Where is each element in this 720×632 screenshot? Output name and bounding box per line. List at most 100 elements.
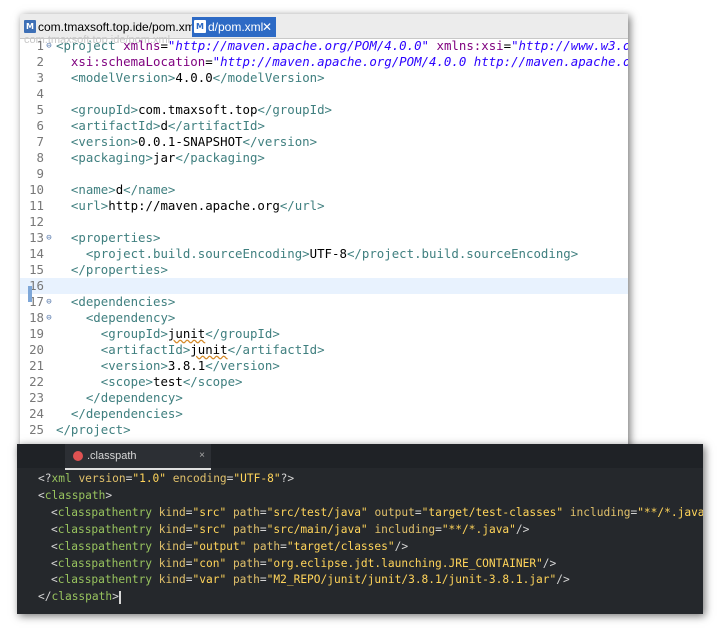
code-line[interactable]: <classpathentry kind="output" path="targ… bbox=[51, 538, 408, 555]
code-token: 3.8.1 bbox=[167, 358, 206, 373]
code-line[interactable]: 2 xsi:schemaLocation="http://maven.apach… bbox=[20, 54, 628, 70]
code-token: = bbox=[185, 573, 193, 587]
code-token: /> bbox=[542, 556, 557, 570]
line-number: 23 bbox=[29, 390, 44, 405]
code-token: <dependency> bbox=[85, 310, 176, 325]
line-number: 10 bbox=[29, 182, 44, 197]
code-line[interactable]: <classpathentry kind="var" path="M2_REPO… bbox=[51, 571, 570, 588]
code-line[interactable]: 14 <project.build.sourceEncoding>UTF-8</… bbox=[20, 246, 628, 262]
code-token: "target/classes" bbox=[286, 539, 395, 553]
code-line[interactable]: <?xml version="1.0" encoding="UTF-8"?> bbox=[38, 470, 294, 487]
code-token: </artifactId> bbox=[227, 342, 325, 357]
code-text: <url>http://maven.apache.org</url> bbox=[56, 198, 325, 214]
code-line[interactable]: 13 ⊖ <properties> bbox=[20, 230, 628, 246]
code-token: <groupId> bbox=[70, 102, 139, 117]
code-line[interactable]: 18 ⊖ <dependency> bbox=[20, 310, 628, 326]
fold-toggle-icon[interactable]: ⊖ bbox=[44, 310, 54, 326]
code-token: xmlns:xsi bbox=[436, 38, 504, 53]
code-line[interactable]: <classpathentry kind="src" path="src/mai… bbox=[51, 521, 529, 538]
code-line[interactable]: 19 <groupId>junit</groupId> bbox=[20, 326, 628, 342]
fold-toggle-icon[interactable]: ⊖ bbox=[44, 230, 54, 246]
code-line[interactable]: 24 </dependencies> bbox=[20, 406, 628, 422]
tab-d-pom-xml[interactable]: M d/pom.xml ✕ bbox=[192, 17, 276, 37]
code-token: classpathentry bbox=[57, 556, 159, 570]
tab-classpath[interactable]: .classpath × bbox=[65, 444, 211, 470]
code-line[interactable]: 22 <scope>test</scope> bbox=[20, 374, 628, 390]
code-token: > bbox=[105, 488, 113, 502]
line-number: 5 bbox=[36, 102, 44, 117]
code-token: d bbox=[160, 118, 168, 133]
code-line[interactable]: 25 </project> bbox=[20, 422, 628, 438]
code-token: <artifactId> bbox=[70, 118, 161, 133]
tab-label: com.tmaxsoft.top.ide/pom.xml bbox=[38, 20, 198, 34]
code-line[interactable]: 6 <artifactId>d</artifactId> bbox=[20, 118, 628, 134]
line-number: 25 bbox=[29, 422, 44, 437]
fold-toggle-icon[interactable]: ⊖ bbox=[44, 38, 54, 54]
pom-xml-editor-window: M com.tmaxsoft.top.ide/pom.xml M d/pom.x… bbox=[20, 14, 628, 454]
code-token: <scope> bbox=[100, 374, 153, 389]
line-number: 7 bbox=[36, 134, 44, 149]
code-text: <properties> bbox=[56, 230, 161, 246]
code-token: version bbox=[78, 472, 126, 485]
code-token: "target/test-classes" bbox=[421, 505, 564, 519]
code-token: /> bbox=[556, 573, 570, 587]
code-text: <name>d</name> bbox=[56, 182, 175, 198]
code-token: < bbox=[51, 556, 58, 570]
code-text: <version>3.8.1</version> bbox=[56, 358, 280, 374]
file-status-icon bbox=[73, 451, 83, 461]
code-token: xmlns bbox=[123, 38, 161, 53]
code-line[interactable]: 9 bbox=[20, 166, 628, 182]
code-line[interactable]: 12 bbox=[20, 214, 628, 230]
fold-toggle-icon[interactable]: ⊖ bbox=[44, 294, 54, 310]
close-icon[interactable]: ✕ bbox=[262, 17, 272, 37]
code-line[interactable]: 8 <packaging>jar</packaging> bbox=[20, 150, 628, 166]
code-line[interactable]: 23 </dependency> bbox=[20, 390, 628, 406]
maven-file-icon: M bbox=[194, 20, 206, 33]
code-text: <scope>test</scope> bbox=[56, 374, 243, 390]
code-line[interactable]: 16 bbox=[20, 278, 628, 294]
code-token: <dependencies> bbox=[70, 294, 176, 309]
code-token: < bbox=[51, 539, 58, 553]
code-line[interactable]: 1 ⊖ <project xmlns="http://maven.apache.or… bbox=[20, 38, 628, 54]
code-token: </project.build.sourceEncoding> bbox=[346, 246, 579, 261]
code-line[interactable]: 5 <groupId>com.tmaxsoft.top</groupId> bbox=[20, 102, 628, 118]
close-icon[interactable]: × bbox=[199, 444, 205, 468]
code-token: = bbox=[414, 505, 422, 519]
code-text: </dependencies> bbox=[56, 406, 183, 422]
code-line[interactable]: 20 <artifactId>junit</artifactId> bbox=[20, 342, 628, 358]
line-number: 16 bbox=[29, 278, 44, 293]
code-token: </version> bbox=[242, 134, 318, 149]
line-number: 9 bbox=[36, 166, 44, 181]
code-token: encoding bbox=[172, 472, 227, 485]
code-line[interactable]: 4 bbox=[20, 86, 628, 102]
code-line[interactable]: 11 <url>http://maven.apache.org</url> bbox=[20, 198, 628, 214]
code-line[interactable]: 21 <version>3.8.1</version> bbox=[20, 358, 628, 374]
code-line[interactable]: <classpathentry kind="src" path="src/tes… bbox=[51, 504, 703, 521]
code-line[interactable]: 17 ⊖ <dependencies> bbox=[20, 294, 628, 310]
code-token: "**/*.java" bbox=[441, 522, 516, 536]
code-area[interactable]: 1 ⊖ <project xmlns="http://maven.apache.or… bbox=[20, 38, 628, 454]
code-token: </scope> bbox=[182, 374, 243, 389]
code-line[interactable]: 15 </properties> bbox=[20, 262, 628, 278]
code-token: </url> bbox=[279, 198, 325, 213]
line-number: 20 bbox=[29, 342, 44, 357]
code-line[interactable]: 7 <version>0.0.1-SNAPSHOT</version> bbox=[20, 134, 628, 150]
code-line[interactable]: </classpath> bbox=[38, 588, 121, 605]
code-token: = bbox=[503, 38, 512, 53]
code-line[interactable]: <classpath> bbox=[38, 487, 112, 504]
text-cursor bbox=[118, 590, 121, 604]
code-line[interactable]: 10 <name>d</name> bbox=[20, 182, 628, 198]
code-token: <packaging> bbox=[70, 150, 153, 165]
code-line[interactable]: 3 <modelVersion>4.0.0</modelVersion> bbox=[20, 70, 628, 86]
code-token: classpathentry bbox=[57, 539, 159, 553]
line-number: 11 bbox=[29, 198, 44, 213]
code-line[interactable]: <classpathentry kind="con" path="org.ecl… bbox=[51, 555, 556, 572]
code-token: = bbox=[185, 522, 193, 536]
